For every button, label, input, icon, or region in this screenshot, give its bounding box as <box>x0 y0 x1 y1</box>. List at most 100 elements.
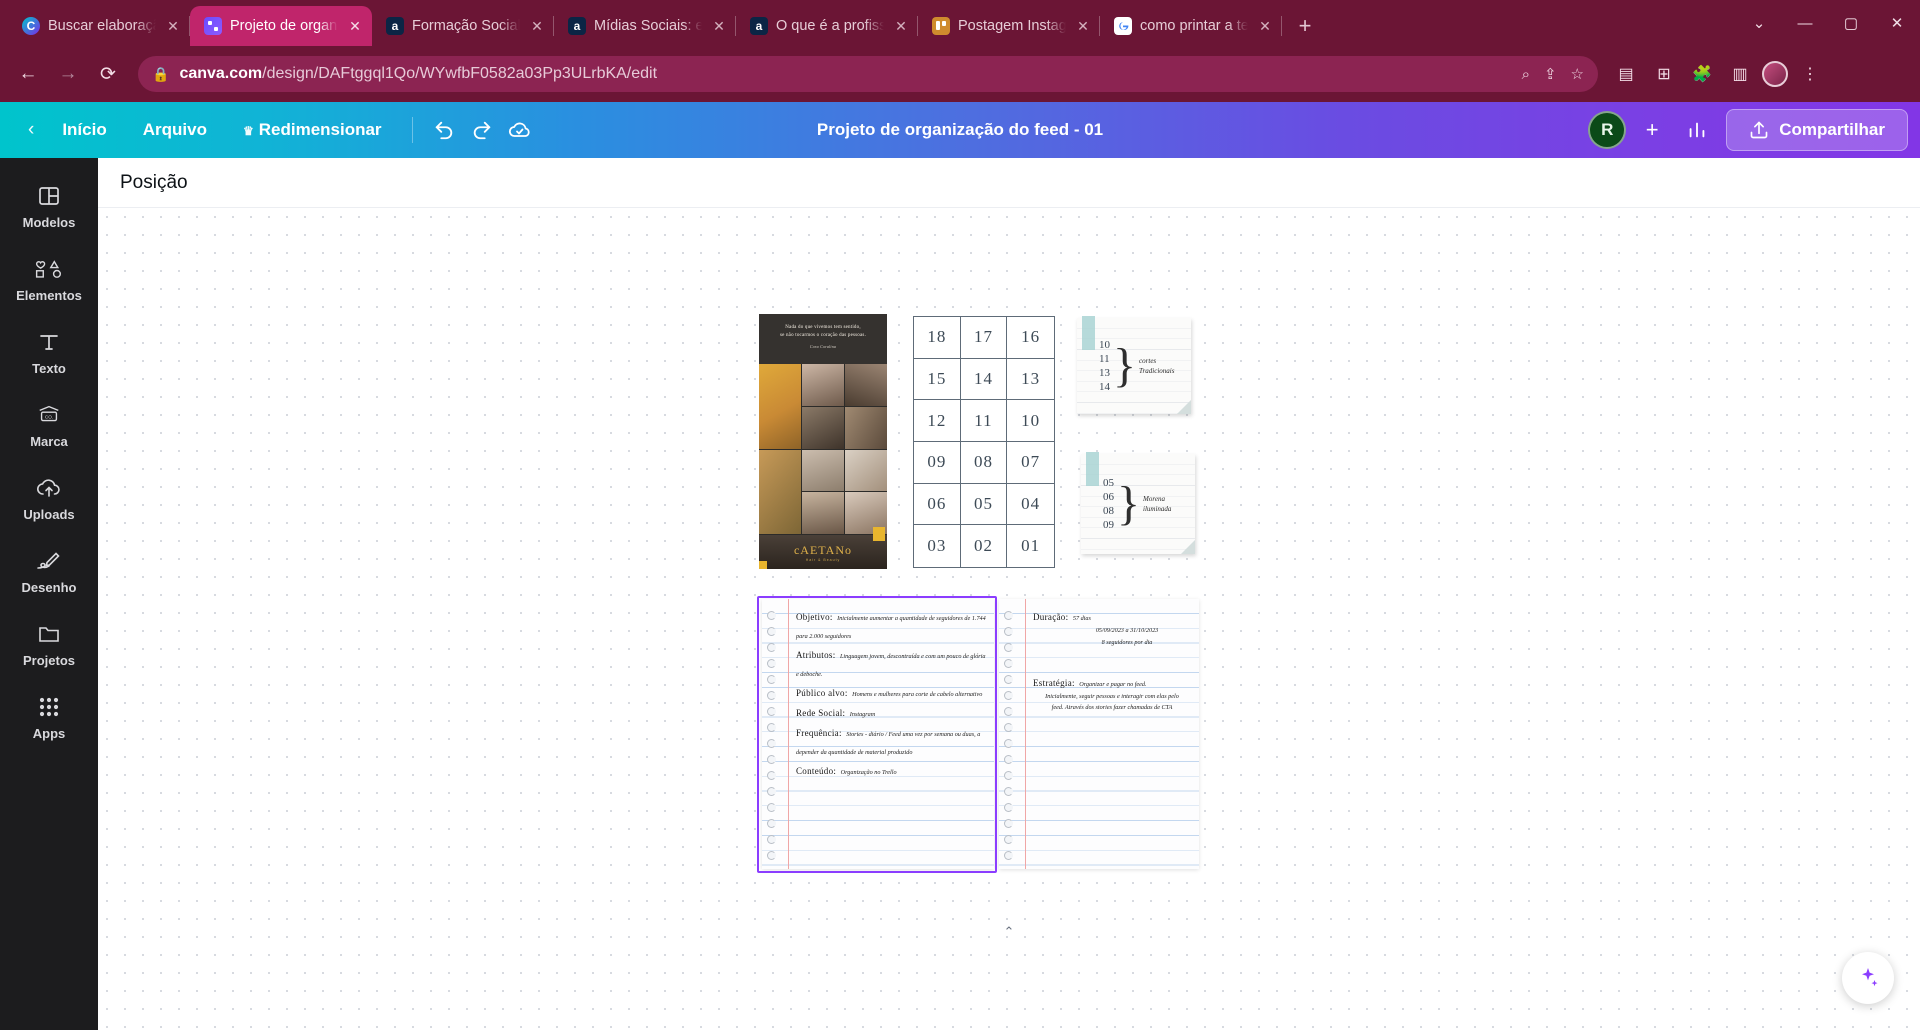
notebook-field[interactable]: Atributos: Linguagem jovem, descontraída… <box>796 645 986 681</box>
file-menu-button[interactable]: Arquivo <box>125 114 225 146</box>
avatar[interactable]: R <box>1588 111 1627 149</box>
zoom-icon[interactable]: ⌕ <box>1522 66 1530 83</box>
grid-cell[interactable]: 08 <box>960 442 1008 484</box>
grid-cell[interactable]: 13 <box>1007 359 1054 401</box>
collage-photo <box>845 449 887 492</box>
grid-cell[interactable]: 15 <box>914 358 961 401</box>
notebook-field[interactable]: Frequência: Stories - diário / Feed uma … <box>796 723 986 759</box>
close-icon[interactable]: ✕ <box>164 17 182 35</box>
redo-icon[interactable] <box>463 111 501 149</box>
sidebar-item-projetos[interactable]: Projetos <box>5 610 93 677</box>
notebook-field[interactable]: Duração: 57 dias 05/09/2023 a 31/10/2023… <box>1033 607 1191 649</box>
notebook-field[interactable]: Público alvo: Homens e mulheres para cor… <box>796 683 986 701</box>
sidebar-item-elementos[interactable]: Elementos <box>5 245 93 312</box>
close-icon[interactable]: ✕ <box>346 17 364 35</box>
extension-yellow-icon[interactable]: ▤ <box>1610 58 1642 90</box>
address-bar[interactable]: 🔒 canva.com/design/DAFtggql1Qo/WYwfbF058… <box>138 56 1598 92</box>
close-icon[interactable]: ✕ <box>892 17 910 35</box>
mood-board-collage[interactable]: Nada do que vivemos tem sentido, se não … <box>759 314 887 569</box>
profile-avatar[interactable] <box>1762 61 1788 87</box>
grid-cell[interactable]: 18 <box>914 317 961 359</box>
sidebar-item-apps[interactable]: Apps <box>5 683 93 750</box>
sidebar-item-desenho[interactable]: Desenho <box>5 537 93 604</box>
bookmark-star-icon[interactable]: ☆ <box>1571 65 1584 83</box>
spiral-holes <box>1004 607 1018 863</box>
grid-cell[interactable]: 02 <box>961 525 1008 567</box>
document-title[interactable]: Projeto de organização do feed - 01 <box>817 120 1103 140</box>
collapse-chevron-icon[interactable]: ⌃ <box>1004 924 1015 940</box>
hole-icon <box>1004 754 1013 764</box>
notebook-page-left[interactable]: Objetivo: Inicialmente aumentar a quanti… <box>762 599 994 869</box>
hole-icon <box>767 706 776 716</box>
brand-icon: CO. <box>36 402 62 428</box>
grid-cell[interactable]: 01 <box>1007 525 1054 567</box>
bar-chart-icon[interactable] <box>1678 111 1716 149</box>
cloud-saved-icon[interactable] <box>501 111 539 149</box>
back-chevron-icon[interactable]: ‹ <box>18 119 44 141</box>
sidebar-item-label: Apps <box>32 726 66 741</box>
back-icon[interactable]: ← <box>10 56 46 92</box>
browser-tab[interactable]: C Buscar elaboração de ✕ <box>8 6 190 46</box>
brand-name: cAETANo <box>793 542 853 557</box>
field-key: Público alvo: <box>796 688 848 698</box>
grid-cell[interactable]: 04 <box>1007 484 1054 526</box>
new-tab-button[interactable]: + <box>1288 9 1322 43</box>
browser-tab[interactable]: a Mídias Sociais: estraté ✕ <box>554 6 736 46</box>
share-page-icon[interactable]: ⇪ <box>1544 65 1557 83</box>
grid-cell[interactable]: 17 <box>960 317 1008 359</box>
design-page[interactable]: Nada do que vivemos tem sentido, se não … <box>757 314 1259 939</box>
notebook-field[interactable]: Rede Social: Instagram <box>796 703 986 721</box>
page-title[interactable]: Posição <box>120 172 188 194</box>
sidebar-item-modelos[interactable]: Modelos <box>5 172 93 239</box>
minimize-icon[interactable]: — <box>1782 0 1828 46</box>
add-collaborator-button[interactable]: + <box>1636 114 1668 146</box>
more-vertical-icon[interactable]: ⋮ <box>1794 58 1826 90</box>
browser-tab[interactable]: Postagem Instagram - ✕ <box>918 6 1100 46</box>
maximize-icon[interactable]: ▢ <box>1828 0 1874 46</box>
close-icon[interactable]: ✕ <box>1074 17 1092 35</box>
window-close-icon[interactable]: ✕ <box>1874 0 1920 46</box>
puzzle-extensions-icon[interactable]: 🧩 <box>1686 58 1718 90</box>
chrome-menu-chevron-icon[interactable]: ⌄ <box>1736 0 1782 46</box>
grid-cell[interactable]: 14 <box>960 358 1008 401</box>
home-button[interactable]: Início <box>44 114 124 146</box>
grid-cell[interactable]: 10 <box>1007 400 1054 442</box>
canvas-area[interactable]: Nada do que vivemos tem sentido, se não … <box>98 208 1920 1030</box>
grid-cell[interactable]: 16 <box>1007 317 1054 359</box>
resize-button[interactable]: ♛ Redimensionar <box>225 114 400 146</box>
grid-cell[interactable]: 12 <box>914 400 961 442</box>
browser-tab[interactable]: a O que é a profissão de ✕ <box>736 6 918 46</box>
grid-cell[interactable]: 11 <box>960 400 1008 442</box>
notebook-field[interactable]: Objetivo: Inicialmente aumentar a quanti… <box>796 607 986 643</box>
notebook-field[interactable]: Conteúdo: Organização no Trello <box>796 761 986 779</box>
magic-sparkle-icon[interactable] <box>1842 952 1894 1004</box>
close-icon[interactable]: ✕ <box>528 17 546 35</box>
note-label: Morena iluminada <box>1143 494 1171 515</box>
share-button[interactable]: Compartilhar <box>1726 109 1908 151</box>
reload-icon[interactable]: ⟳ <box>90 56 126 92</box>
sticky-note[interactable]: 10 11 13 14 } cortes Tradicionais <box>1077 316 1191 414</box>
sidebar-item-marca[interactable]: CO. Marca <box>5 391 93 458</box>
browser-tab[interactable]: como printar a tela do ✕ <box>1100 6 1282 46</box>
forward-icon[interactable]: → <box>50 56 86 92</box>
browser-tab-active[interactable]: Projeto de organizaçã ✕ <box>190 6 372 46</box>
sidebar-item-texto[interactable]: Texto <box>5 318 93 385</box>
grid-cell[interactable]: 03 <box>914 525 961 567</box>
tab-title: O que é a profissão de <box>776 18 884 34</box>
undo-icon[interactable] <box>425 111 463 149</box>
feed-number-grid[interactable]: 18 17 16 15 14 13 12 11 10 09 08 07 06 0… <box>913 316 1055 568</box>
svg-text:CO.: CO. <box>45 414 53 419</box>
grid-cell[interactable]: 06 <box>914 483 961 526</box>
translate-icon[interactable]: ⊞ <box>1648 58 1680 90</box>
grid-cell[interactable]: 09 <box>914 442 961 484</box>
notebook-page-right[interactable]: Duração: 57 dias 05/09/2023 a 31/10/2023… <box>999 599 1199 869</box>
close-icon[interactable]: ✕ <box>1256 17 1274 35</box>
sidebar-item-uploads[interactable]: Uploads <box>5 464 93 531</box>
close-icon[interactable]: ✕ <box>710 17 728 35</box>
browser-tab[interactable]: a Formação Social Medi ✕ <box>372 6 554 46</box>
notebook-field[interactable]: Estratégia: Organizar e pagar no feed. I… <box>1033 673 1191 715</box>
grid-cell[interactable]: 05 <box>960 483 1008 526</box>
grid-cell[interactable]: 07 <box>1007 442 1054 484</box>
sticky-note[interactable]: 05 06 08 09 } Morena iluminada <box>1081 452 1195 554</box>
sidepanel-icon[interactable]: ▥ <box>1724 58 1756 90</box>
